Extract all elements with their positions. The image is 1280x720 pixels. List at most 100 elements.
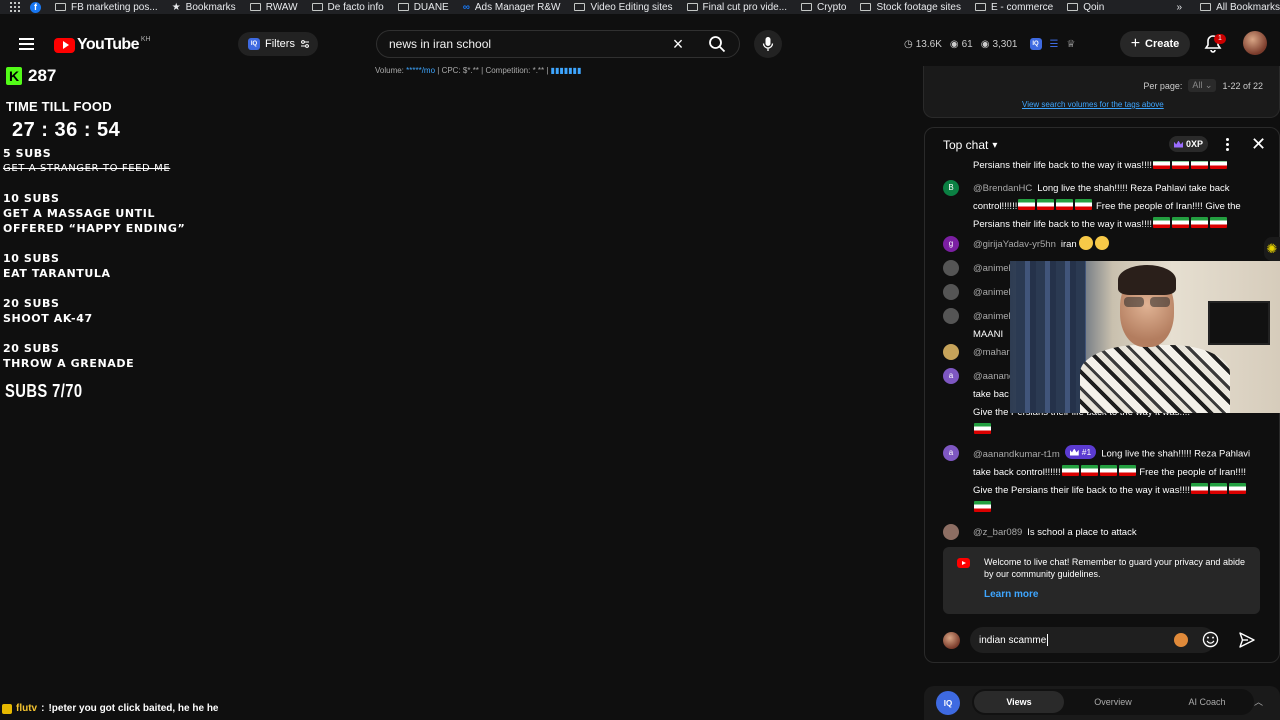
chevron-up-icon[interactable]: ︿: [1254, 695, 1263, 708]
search-button[interactable]: [695, 30, 739, 58]
sun-icon[interactable]: ✺: [1264, 237, 1280, 261]
create-button[interactable]: + Create: [1120, 31, 1190, 57]
iran-flag-icon: [1018, 199, 1036, 210]
bookmark-item[interactable]: Stock footage sites: [860, 2, 961, 13]
per-page-control: Per page: All ⌄ 1-22 of 22: [1143, 79, 1263, 92]
trophy-icon[interactable]: ♕: [1066, 39, 1075, 50]
iran-flag-icon: [1191, 482, 1209, 494]
bookmark-item[interactable]: RWAW: [249, 2, 298, 13]
meta-icon: ∞: [462, 1, 470, 13]
iran-flag-icon: [1099, 464, 1117, 476]
avatar[interactable]: [1243, 31, 1267, 55]
search-icon: [709, 36, 726, 53]
iran-flag-icon: [1118, 464, 1136, 476]
bookmark-item[interactable]: DUANE: [397, 2, 449, 13]
laughing-emoji-icon: [1094, 236, 1109, 250]
star-icon: ★: [171, 1, 181, 13]
crown-icon: [1069, 448, 1079, 456]
bookmark-item[interactable]: Qoin: [1067, 2, 1104, 13]
list-icon[interactable]: ☰: [1050, 39, 1059, 50]
tab-views[interactable]: Views: [974, 691, 1064, 713]
vidiq-logo[interactable]: IQ: [936, 691, 960, 715]
iran-flag-icon: [1061, 464, 1079, 476]
folder-icon: [974, 3, 986, 11]
avatar: [943, 632, 960, 649]
badge-icon: [2, 703, 12, 714]
folder-icon: [574, 3, 586, 11]
avatar: [943, 260, 959, 276]
stat-eye: ◉ 3,301: [980, 38, 1018, 50]
super-chat-icon[interactable]: [1174, 633, 1188, 647]
bookmark-item[interactable]: ★ Bookmarks: [172, 2, 236, 13]
iran-flag-icon: [1210, 217, 1227, 228]
iran-flag-icon: [1037, 199, 1055, 210]
vidiq-stats: ◷ 13.6K ◉ 61 ◉ 3,301 IQ ☰ ♕: [904, 32, 1075, 56]
bookmark-item[interactable]: FB marketing pos...: [55, 2, 158, 13]
folder-icon: [801, 3, 813, 11]
seo-metrics: Volume: *****/mo | CPC: $*.** | Competit…: [375, 66, 582, 75]
per-page-select[interactable]: All ⌄: [1188, 79, 1217, 92]
iran-flag-icon: [1075, 199, 1093, 210]
bookmark-item[interactable]: ∞ Ads Manager R&W: [463, 2, 561, 13]
all-bookmarks-button[interactable]: All Bookmarks: [1200, 2, 1280, 13]
youtube-play-icon: [54, 37, 75, 53]
top-chat-dropdown[interactable]: Top chat ▾: [943, 138, 997, 152]
vidiq-bottom-bar: IQ Views Overview AI Coach ︿: [924, 686, 1280, 720]
vidiq-tabs: Views Overview AI Coach: [972, 689, 1254, 715]
search-box[interactable]: news in iran school ×: [376, 30, 740, 58]
overlay-chat-ticker: flutv : !peter you got click baited, he …: [2, 703, 219, 714]
iran-flag-icon: [1056, 199, 1074, 210]
bookmark-item[interactable]: Crypto: [801, 2, 846, 13]
webcam-feed: [1010, 261, 1280, 413]
bookmarks-overflow-button[interactable]: »: [1177, 2, 1183, 13]
bookmark-item[interactable]: De facto info: [311, 2, 384, 13]
folder-icon: [311, 3, 323, 11]
tab-ai-coach[interactable]: AI Coach: [1162, 691, 1252, 713]
iran-flag-icon: [974, 500, 991, 512]
bookmark-item[interactable]: Video Editing sites: [574, 2, 673, 13]
iran-flag-icon: [1210, 161, 1227, 169]
avatar: [943, 344, 959, 360]
laughing-emoji-icon: [1078, 236, 1093, 250]
clear-search-icon[interactable]: ×: [661, 31, 695, 57]
apps-grid-icon[interactable]: [0, 0, 30, 14]
view-search-volumes-link[interactable]: View search volumes for the tags above: [1022, 100, 1164, 109]
subs-progress: SUBS 7/70: [5, 381, 83, 401]
more-options-icon[interactable]: [1225, 138, 1229, 151]
youtube-icon: [957, 558, 970, 568]
avatar: [943, 284, 959, 300]
avatar: g: [943, 236, 959, 252]
filters-button[interactable]: IQ Filters: [238, 32, 318, 56]
folder-icon: [1200, 3, 1212, 11]
emoji-icon[interactable]: [1202, 631, 1219, 648]
bookmark-item[interactable]: E - commerce: [974, 2, 1053, 13]
tab-overview[interactable]: Overview: [1068, 691, 1158, 713]
search-input[interactable]: news in iran school: [389, 37, 661, 51]
learn-more-link[interactable]: Learn more: [984, 589, 1038, 600]
iran-flag-icon: [1191, 161, 1208, 169]
youtube-logo[interactable]: YouTube KH: [54, 36, 151, 54]
bookmark-facebook[interactable]: f: [30, 1, 41, 13]
sub-goal: 10 SUBS EAT TARANTULA: [3, 252, 111, 280]
voice-search-button[interactable]: [754, 30, 782, 58]
avatar: B: [943, 180, 959, 196]
close-icon[interactable]: ✕: [1251, 134, 1266, 155]
iran-flag-icon: [1191, 217, 1208, 228]
countdown-timer: 27 : 36 : 54: [12, 119, 121, 141]
send-icon[interactable]: [1238, 631, 1256, 649]
avatar: a: [943, 368, 959, 384]
sub-goal: 20 SUBS THROW A GRENADE: [3, 342, 135, 370]
sub-goal: 5 SUBS GET A STRANGER TO FEED ME: [3, 147, 171, 174]
iran-flag-icon: [974, 423, 991, 434]
bookmark-item[interactable]: Final cut pro vide...: [686, 2, 787, 13]
folder-icon: [249, 3, 261, 11]
vidiq-icon: IQ: [248, 38, 260, 50]
folder-icon: [1067, 3, 1079, 11]
sub-goal: 20 SUBS SHOOT AK-47: [3, 297, 93, 325]
stat-views: ◷ 13.6K: [904, 38, 942, 50]
menu-icon[interactable]: [19, 38, 34, 50]
xp-badge[interactable]: 0XP: [1169, 136, 1209, 152]
avatar: a: [943, 445, 959, 461]
vidiq-icon[interactable]: IQ: [1029, 38, 1042, 50]
avatar: [943, 308, 959, 324]
